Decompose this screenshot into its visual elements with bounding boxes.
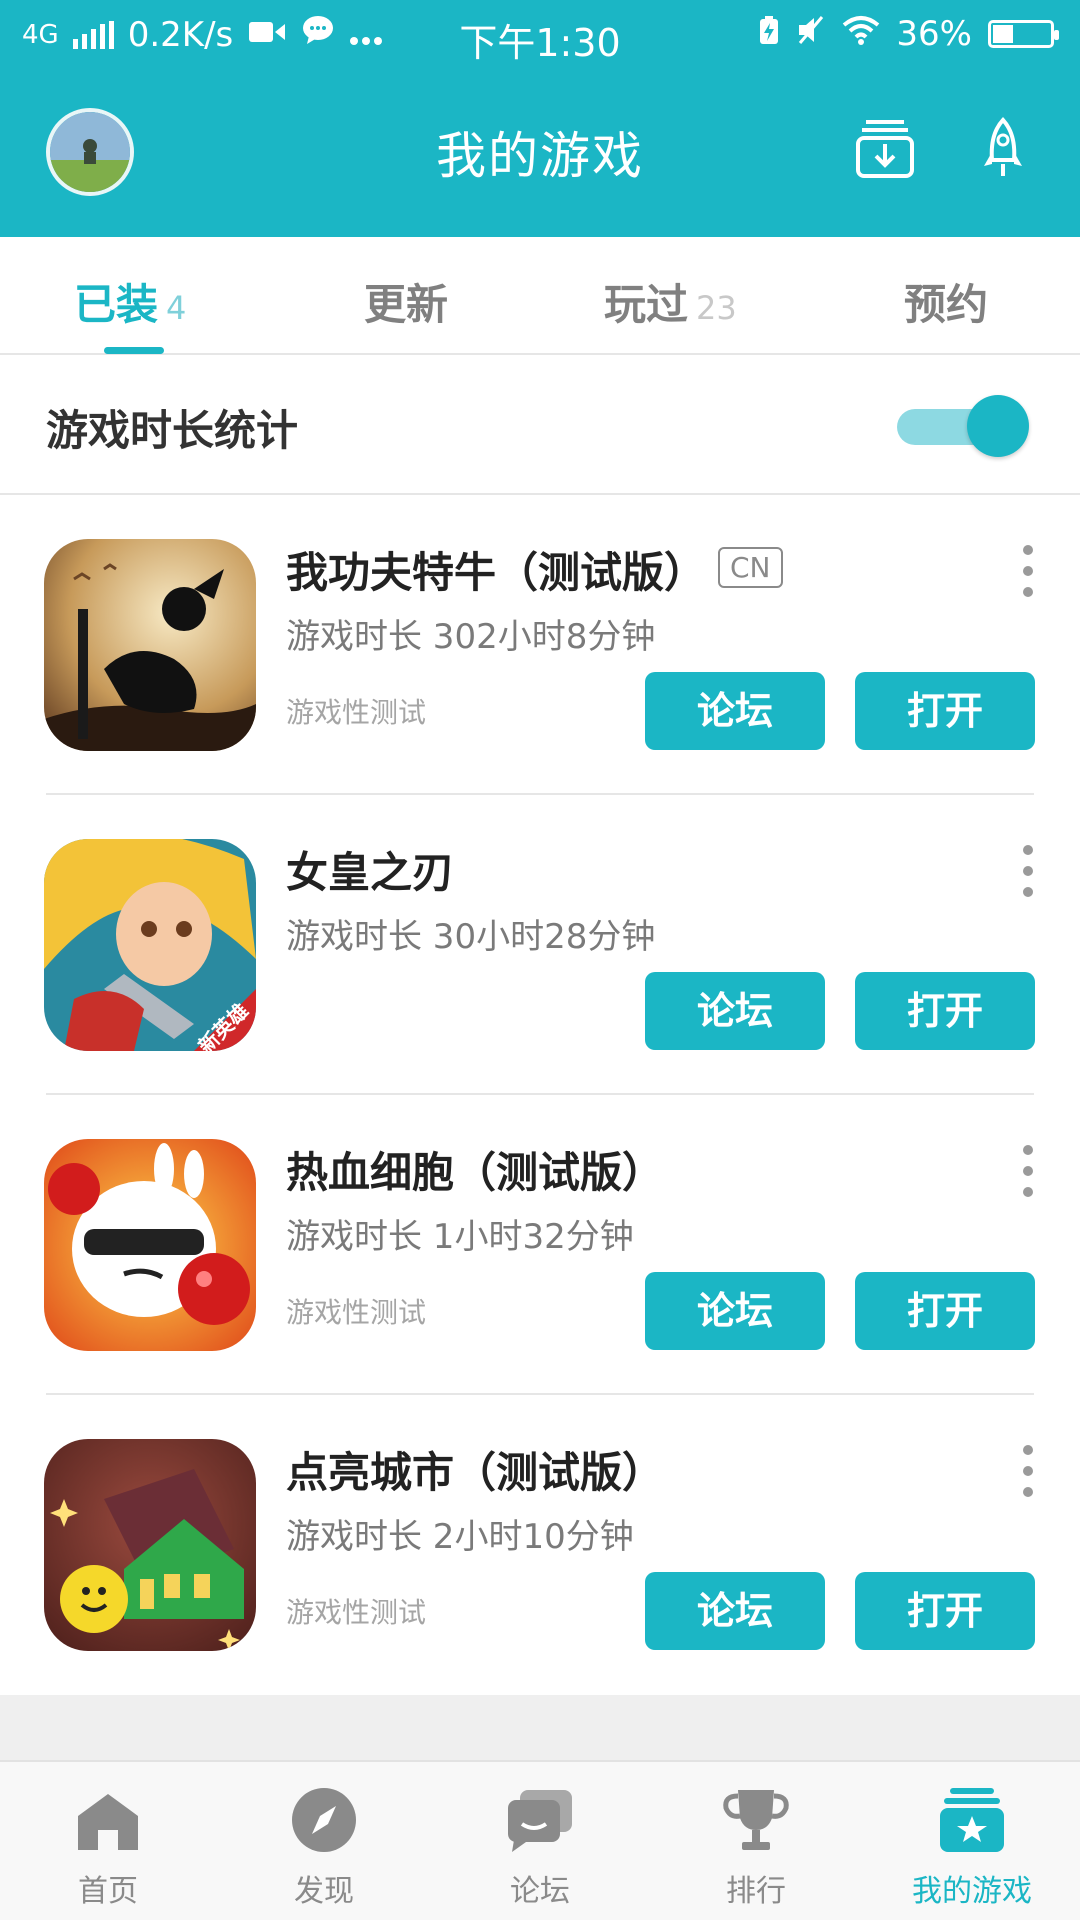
nav-label: 首页	[78, 1874, 138, 1909]
game-tag: 游戏性测试	[286, 696, 427, 729]
forum-button[interactable]: 论坛	[645, 672, 825, 750]
charging-icon	[758, 14, 780, 54]
game-icon-hot-blood-cells[interactable]	[44, 1139, 256, 1351]
nav-item-forum[interactable]: 论坛	[432, 1762, 648, 1920]
nav-item-discover[interactable]: 发现	[216, 1762, 432, 1920]
nav-label: 我的游戏	[912, 1874, 1032, 1909]
game-tag: 游戏性测试	[286, 1296, 427, 1329]
tab-label: 玩过	[604, 280, 689, 329]
status-bar: 4G 0.2K/s 下午1:30 36%	[0, 0, 1080, 70]
open-button[interactable]: 打开	[855, 672, 1035, 750]
game-icon-kungfu[interactable]	[44, 539, 256, 751]
game-name: 女皇之刃	[286, 848, 455, 897]
open-button[interactable]: 打开	[855, 1572, 1035, 1650]
list-item[interactable]: 点亮城市（测试版） 游戏时长 2小时10分钟 游戏性测试 论坛 打开	[0, 1395, 1080, 1695]
status-right: 36%	[758, 14, 1059, 54]
playtime-stats-label: 游戏时长统计	[46, 406, 299, 455]
game-playtime: 游戏时长 2小时10分钟	[286, 1517, 634, 1557]
game-playtime: 游戏时长 302小时8分钟	[286, 617, 656, 657]
nav-label: 排行	[726, 1874, 786, 1909]
nav-item-my-games[interactable]: 我的游戏	[864, 1762, 1080, 1920]
tab-count: 23	[696, 289, 737, 327]
bottom-nav: 首页 发现 论坛 排行 我的游戏	[0, 1760, 1080, 1920]
compass-icon	[288, 1784, 360, 1856]
battery-percent: 36%	[896, 14, 972, 54]
page-title: 我的游戏	[436, 127, 644, 185]
trophy-icon	[720, 1784, 792, 1856]
nav-label: 论坛	[510, 1874, 570, 1909]
game-icon-queens-blade[interactable]: 新英雄	[44, 839, 256, 1051]
more-options-icon[interactable]	[1016, 1145, 1040, 1197]
nav-item-home[interactable]: 首页	[0, 1762, 216, 1920]
game-icon-light-up-city[interactable]	[44, 1439, 256, 1651]
nav-item-ranking[interactable]: 排行	[648, 1762, 864, 1920]
forum-button[interactable]: 论坛	[645, 972, 825, 1050]
open-button[interactable]: 打开	[855, 972, 1035, 1050]
more-options-icon[interactable]	[1016, 845, 1040, 897]
wifi-icon	[842, 14, 880, 54]
battery-icon	[988, 20, 1059, 48]
game-name: 我功夫特牛（测试版）	[286, 548, 707, 597]
tab-label: 已装	[74, 280, 159, 329]
my-games-icon	[936, 1784, 1008, 1856]
rocket-icon[interactable]	[970, 116, 1036, 182]
list-item[interactable]: 新英雄 女皇之刃 游戏时长 30小时28分钟 论坛 打开	[0, 795, 1080, 1095]
tab-updates[interactable]: 更新	[364, 271, 448, 332]
chat-bubbles-icon	[504, 1784, 576, 1856]
game-tag: 游戏性测试	[286, 1596, 427, 1629]
tab-label: 预约	[904, 280, 989, 329]
playtime-stats-row: 游戏时长统计	[0, 355, 1080, 495]
tab-played[interactable]: 玩过 23	[604, 271, 737, 332]
more-options-icon[interactable]	[1016, 1445, 1040, 1497]
tab-bar: 已装 4 更新 玩过 23 预约	[0, 237, 1080, 355]
tab-reserved[interactable]: 预约	[904, 271, 988, 332]
more-options-icon[interactable]	[1016, 545, 1040, 597]
region-badge: CN	[718, 547, 783, 588]
list-item[interactable]: 我功夫特牛（测试版） CN 游戏时长 302小时8分钟 游戏性测试 论坛 打开	[0, 495, 1080, 795]
nav-label: 发现	[294, 1874, 354, 1909]
app-header: 我的游戏	[0, 70, 1080, 237]
playtime-stats-toggle[interactable]	[895, 395, 1031, 457]
list-item[interactable]: 热血细胞（测试版） 游戏时长 1小时32分钟 游戏性测试 论坛 打开	[0, 1095, 1080, 1395]
tab-installed[interactable]: 已装 4	[74, 271, 186, 332]
game-name: 点亮城市（测试版）	[286, 1448, 665, 1497]
download-tray-icon[interactable]	[852, 116, 918, 182]
toggle-knob	[967, 395, 1029, 457]
forum-button[interactable]: 论坛	[645, 1272, 825, 1350]
game-playtime: 游戏时长 1小时32分钟	[286, 1217, 634, 1257]
home-icon	[72, 1784, 144, 1856]
tab-indicator	[104, 347, 164, 354]
list-footer-space	[0, 1695, 1080, 1760]
game-playtime: 游戏时长 30小时28分钟	[286, 917, 656, 957]
game-list: 我功夫特牛（测试版） CN 游戏时长 302小时8分钟 游戏性测试 论坛 打开 …	[0, 495, 1080, 1695]
tab-count: 4	[166, 289, 187, 327]
forum-button[interactable]: 论坛	[645, 1572, 825, 1650]
mute-icon	[796, 14, 826, 54]
game-name: 热血细胞（测试版）	[286, 1148, 665, 1197]
tab-label: 更新	[364, 280, 449, 329]
open-button[interactable]: 打开	[855, 1272, 1035, 1350]
